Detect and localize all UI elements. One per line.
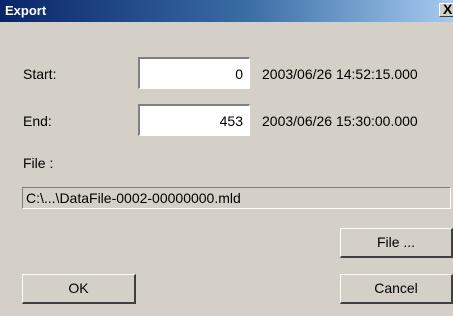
close-button[interactable]: X xyxy=(439,1,453,17)
close-icon: X xyxy=(443,1,453,17)
end-label: End: xyxy=(23,113,52,129)
dialog-title: Export xyxy=(5,3,47,18)
cancel-button[interactable]: Cancel xyxy=(340,274,453,304)
end-timestamp: 2003/06/26 15:30:00.000 xyxy=(262,113,418,129)
file-browse-button[interactable]: File ... xyxy=(340,228,453,258)
title-bar[interactable]: Export X xyxy=(0,0,453,22)
start-timestamp: 2003/06/26 14:52:15.000 xyxy=(262,66,418,82)
start-label: Start: xyxy=(23,66,57,82)
export-dialog: Export X Start: 2003/06/26 14:52:15.000 … xyxy=(0,0,453,316)
file-path-display: C:\...\DataFile-0002-00000000.mld xyxy=(22,187,451,209)
end-input[interactable] xyxy=(138,104,250,136)
start-input[interactable] xyxy=(138,57,250,89)
ok-label: OK xyxy=(68,280,89,296)
file-browse-label: File ... xyxy=(376,234,416,250)
cancel-label: Cancel xyxy=(374,280,418,296)
ok-button[interactable]: OK xyxy=(22,274,136,304)
file-label: File : xyxy=(23,155,54,171)
